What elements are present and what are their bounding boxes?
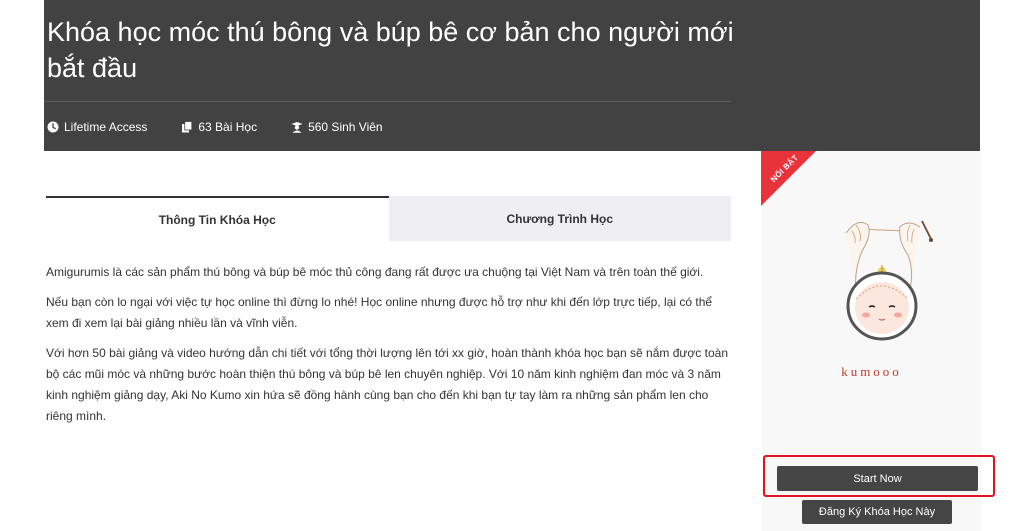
tab-course-info[interactable]: Thông Tin Khóa Học	[46, 196, 389, 241]
header-divider	[44, 101, 731, 102]
meta-label: 63 Bài Học	[198, 120, 258, 134]
course-meta: Lifetime Access 63 Bài Học 560 Sinh Viên	[47, 118, 417, 136]
copy-icon	[181, 121, 198, 133]
brand-name: kumooo	[841, 364, 902, 379]
description-paragraph: Nếu bạn còn lo ngại với việc tự học onli…	[46, 295, 713, 330]
course-header: Khóa học móc thú bông và búp bê cơ bản c…	[44, 0, 980, 151]
clock-icon	[47, 121, 64, 133]
meta-label: Lifetime Access	[64, 120, 148, 134]
tab-curriculum[interactable]: Chương Trình Học	[388, 196, 731, 241]
description-paragraph: Amigurumis là các sản phẩm thú bông và b…	[46, 265, 704, 279]
meta-lessons: 63 Bài Học	[181, 120, 257, 134]
course-description: Amigurumis là các sản phẩm thú bông và b…	[46, 262, 736, 436]
course-tabs: Thông Tin Khóa Học Chương Trình Học	[46, 196, 731, 241]
register-course-button[interactable]: Đăng Ký Khóa Học Này	[802, 500, 952, 524]
meta-label: 560 Sinh Viên	[308, 120, 383, 134]
start-now-button[interactable]: Start Now	[777, 466, 978, 491]
graduate-icon	[291, 121, 308, 133]
meta-lifetime-access: Lifetime Access	[47, 120, 147, 134]
description-paragraph: Với hơn 50 bài giảng và video hướng dẫn …	[46, 346, 728, 423]
meta-students: 560 Sinh Viên	[291, 120, 383, 134]
course-title: Khóa học móc thú bông và búp bê cơ bản c…	[47, 17, 734, 83]
kumooo-logo-image	[828, 211, 938, 361]
